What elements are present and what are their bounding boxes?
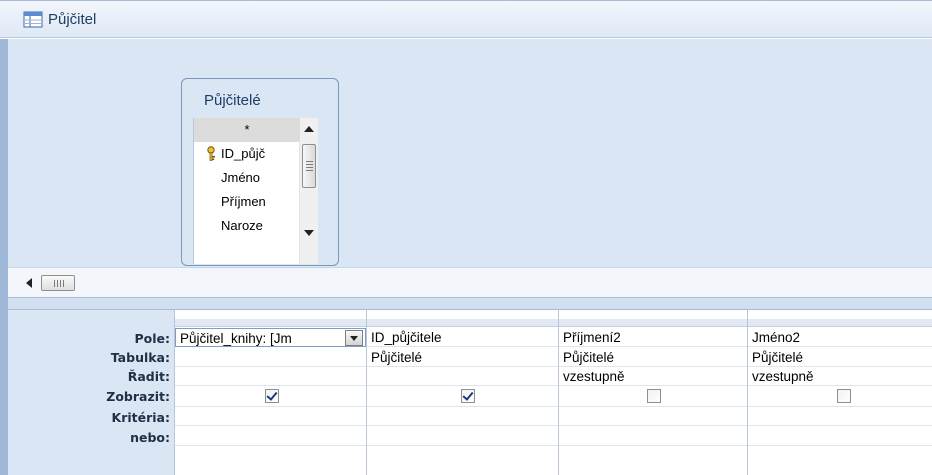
scroll-down-arrow-icon[interactable] [300, 226, 318, 240]
chevron-down-icon [350, 336, 358, 341]
table-pane[interactable] [8, 39, 932, 267]
table-title[interactable]: Půjčitelé [204, 92, 261, 109]
column-selector[interactable] [367, 319, 558, 327]
field-item-label: ID_půjč [221, 146, 266, 161]
field-cell[interactable]: ID_půjčitele [367, 328, 558, 347]
left-border [0, 39, 8, 475]
criteria-cell[interactable] [559, 407, 747, 426]
query-design-grid: Pole: Tabulka: Řadit: Zobrazit: Kritéria… [8, 310, 932, 475]
show-cell[interactable] [367, 386, 558, 407]
field-cell[interactable]: Půjčitel_knihy: [Jm [175, 328, 366, 347]
field-item-all[interactable]: * [194, 118, 300, 142]
criteria-cell[interactable] [748, 407, 932, 426]
row-labels: Pole: Tabulka: Řadit: Zobrazit: Kritéria… [8, 310, 174, 475]
row-label-zobrazit: Zobrazit: [106, 389, 170, 404]
horizontal-scroll-thumb[interactable] [41, 275, 75, 291]
show-cell[interactable] [175, 386, 366, 407]
field-list[interactable]: * ID_půjč Jméno Příjmen Naroze [193, 118, 300, 264]
sort-cell[interactable]: vzestupně [748, 367, 932, 386]
query-icon [23, 11, 43, 28]
row-label-nebo: nebo: [130, 430, 170, 445]
grid-column-4[interactable]: Jméno2 Půjčitelé vzestupně [747, 310, 932, 475]
table-box[interactable]: Půjčitelé * ID_půjč Jméno Příjmen Naroze [181, 78, 339, 266]
column-selector[interactable] [559, 319, 747, 327]
or-cell[interactable] [367, 427, 558, 446]
pane-splitter[interactable] [8, 297, 932, 310]
field-cell[interactable]: Jméno2 [748, 328, 932, 347]
or-cell[interactable] [175, 427, 366, 446]
row-label-tabulka: Tabulka: [110, 350, 170, 365]
scroll-up-arrow-icon[interactable] [300, 122, 318, 136]
row-label-pole: Pole: [134, 331, 170, 346]
show-cell[interactable] [559, 386, 747, 407]
primary-key-icon [207, 146, 215, 161]
field-item-id[interactable]: ID_půjč [194, 142, 300, 166]
field-list-scrollbar[interactable] [300, 118, 318, 264]
table-cell[interactable] [175, 348, 366, 367]
sort-cell[interactable] [367, 367, 558, 386]
scroll-thumb[interactable] [302, 144, 316, 188]
sort-cell[interactable] [175, 367, 366, 386]
scroll-left-arrow-icon[interactable] [24, 277, 34, 289]
horizontal-scrollbar[interactable] [8, 267, 932, 297]
field-cell[interactable]: Příjmení2 [559, 328, 747, 347]
column-selector[interactable] [748, 319, 932, 327]
or-cell[interactable] [559, 427, 747, 446]
field-item-narozeni[interactable]: Naroze [194, 214, 300, 238]
grid-column-1[interactable]: Půjčitel_knihy: [Jm [174, 310, 366, 475]
window-title: Půjčitel [48, 11, 97, 28]
field-cell-text: Půjčitel_knihy: [Jm [180, 331, 292, 346]
show-checkbox[interactable] [647, 389, 661, 403]
or-cell[interactable] [748, 427, 932, 446]
show-checkbox[interactable] [265, 389, 279, 403]
table-cell[interactable]: Půjčitelé [559, 348, 747, 367]
table-cell[interactable]: Půjčitelé [748, 348, 932, 367]
table-cell[interactable]: Půjčitelé [367, 348, 558, 367]
column-selector[interactable] [175, 319, 366, 327]
sort-cell[interactable]: vzestupně [559, 367, 747, 386]
criteria-cell[interactable] [367, 407, 558, 426]
grid-column-2[interactable]: ID_půjčitele Půjčitelé [366, 310, 558, 475]
window-title-bar: Půjčitel [0, 0, 932, 38]
show-checkbox[interactable] [461, 389, 475, 403]
criteria-cell[interactable] [175, 407, 366, 426]
field-dropdown-button[interactable] [345, 330, 363, 346]
show-cell[interactable] [748, 386, 932, 407]
row-label-kriteria: Kritéria: [111, 410, 170, 425]
show-checkbox[interactable] [837, 389, 851, 403]
field-item-prijmeni[interactable]: Příjmen [194, 190, 300, 214]
grid-column-3[interactable]: Příjmení2 Půjčitelé vzestupně [558, 310, 747, 475]
row-label-radit: Řadit: [127, 369, 170, 384]
field-item-jmeno[interactable]: Jméno [194, 166, 300, 190]
